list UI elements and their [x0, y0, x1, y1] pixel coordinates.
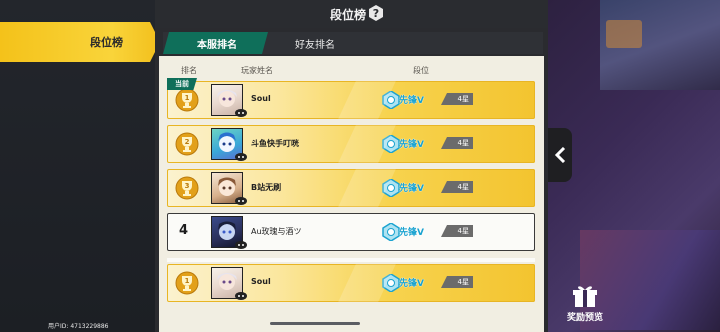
player-name: Soul: [251, 94, 271, 103]
title-bar: 段位榜 ?: [155, 0, 548, 28]
player-name: B站无刷: [251, 183, 282, 192]
collapse-panel-button[interactable]: [548, 128, 572, 182]
sidebar-tab-label: 段位榜: [90, 36, 123, 49]
cat-badge-icon: [235, 153, 247, 161]
current-tag: 当前: [167, 78, 197, 90]
player-name: Soul: [251, 277, 271, 286]
background-decoration: [606, 20, 642, 48]
reward-preview-button[interactable]: 奖励预览: [560, 284, 610, 324]
svg-text:?: ?: [373, 7, 379, 20]
tab-server-rank[interactable]: 本服排名: [163, 32, 268, 54]
tier-name: 先锋V: [399, 279, 424, 289]
table-row[interactable]: 4 Au玫瑰与酒ツ 先锋V 4星: [167, 213, 535, 251]
tier-name: 先锋V: [399, 228, 424, 238]
cat-badge-icon: [235, 109, 247, 117]
left-panel: 段位榜 用户ID: 4713229886: [0, 0, 160, 332]
cat-badge-icon: [235, 292, 247, 300]
trophy-icon: 2: [175, 132, 199, 156]
rank-number: 4: [179, 223, 189, 238]
leaderboard-list[interactable]: 排名 玩家姓名 段位 1 当前 Soul 先锋V 4星 2 斗鱼快手叮咣 先锋V…: [159, 56, 544, 332]
tier-emblem-icon: [382, 179, 400, 197]
svg-text:1: 1: [185, 94, 190, 102]
tier-emblem-icon: [382, 91, 400, 109]
star-count: 4星: [441, 181, 473, 193]
table-row[interactable]: 1 当前 Soul 先锋V 4星: [167, 78, 535, 119]
help-icon[interactable]: ?: [368, 5, 384, 21]
user-id-label: 用户ID: 4713229886: [48, 323, 109, 330]
player-name: Au玫瑰与酒ツ: [251, 227, 302, 236]
self-rank-row[interactable]: 1 Soul 先锋V 4星: [167, 264, 535, 302]
tier-emblem-icon: [382, 135, 400, 153]
ranking-tabs: 本服排名 好友排名: [163, 32, 543, 54]
tier-emblem-icon: [382, 223, 400, 241]
tab-friend-rank[interactable]: 好友排名: [295, 36, 335, 51]
svg-text:3: 3: [185, 182, 190, 190]
player-name: 斗鱼快手叮咣: [251, 139, 299, 148]
scrollbar[interactable]: [270, 322, 360, 325]
cat-badge-icon: [235, 197, 247, 205]
reward-preview-label: 奖励预览: [566, 313, 603, 323]
tier-name: 先锋V: [399, 140, 424, 150]
column-header-player: 玩家姓名: [241, 66, 273, 75]
divider: [167, 258, 535, 262]
star-count: 4星: [441, 137, 473, 149]
cat-badge-icon: [235, 241, 247, 249]
column-header-tier: 段位: [413, 66, 429, 75]
gift-icon: [573, 286, 597, 307]
tier-name: 先锋V: [399, 96, 424, 106]
tier-name: 先锋V: [399, 184, 424, 194]
svg-text:1: 1: [185, 277, 190, 285]
tier-emblem-icon: [382, 274, 400, 292]
star-count: 4星: [441, 225, 473, 237]
trophy-icon: 3: [175, 176, 199, 200]
trophy-icon: 1: [175, 88, 199, 112]
sidebar-tab-rank[interactable]: 段位榜: [0, 22, 160, 62]
svg-text:2: 2: [185, 138, 190, 146]
chevron-left-icon: [554, 147, 566, 163]
column-header-rank: 排名: [181, 66, 197, 75]
tab-label: 本服排名: [197, 40, 237, 51]
star-count: 4星: [441, 276, 473, 288]
star-count: 4星: [441, 93, 473, 105]
table-row[interactable]: 3 B站无刷 先锋V 4星: [167, 169, 535, 207]
page-title: 段位榜: [330, 8, 367, 22]
leaderboard-panel: 段位榜 ? 本服排名 好友排名 排名 玩家姓名 段位 1 当前 Soul 先锋V…: [155, 0, 548, 332]
table-row[interactable]: 2 斗鱼快手叮咣 先锋V 4星: [167, 125, 535, 163]
trophy-icon: 1: [175, 271, 199, 295]
